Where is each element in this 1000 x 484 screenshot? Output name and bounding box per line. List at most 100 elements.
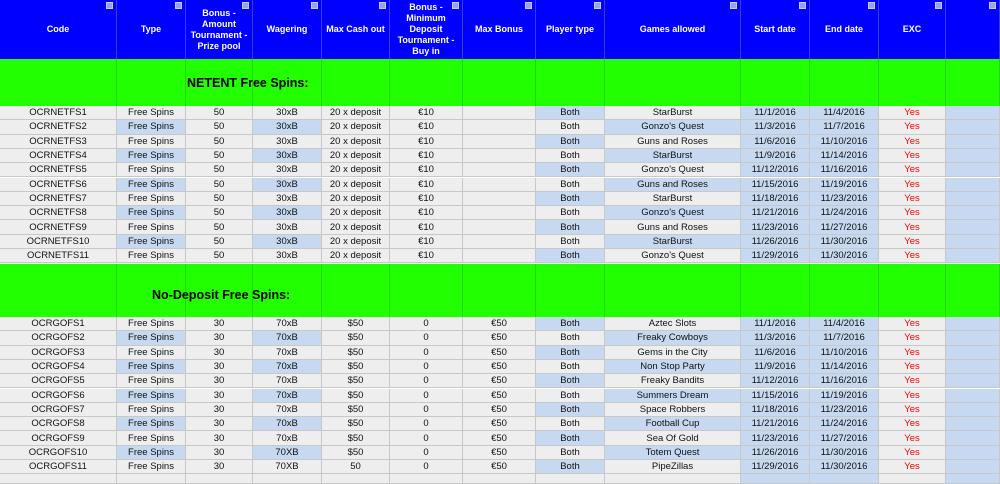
cell-extra[interactable] [946, 345, 1000, 360]
cell-min-deposit[interactable]: €10 [390, 148, 463, 164]
filter-dropdown-icon[interactable] [175, 2, 182, 9]
cell-end-date[interactable]: 11/16/2016 [810, 374, 879, 389]
cell-end-date[interactable]: 11/19/2016 [810, 177, 879, 192]
header-player-type[interactable]: Player type [536, 0, 605, 59]
cell-end-date[interactable]: 11/7/2016 [810, 120, 879, 135]
cell-exc[interactable]: Yes [879, 374, 946, 389]
cell-max-cashout[interactable]: $50 [322, 417, 390, 432]
cell-max-bonus[interactable]: €50 [463, 445, 536, 460]
section-band-cell[interactable] [810, 59, 879, 106]
cell-type[interactable]: Free Spins [117, 374, 186, 389]
section-band-cell[interactable] [463, 264, 536, 317]
cell-type[interactable]: Free Spins [117, 106, 186, 121]
cell-type[interactable]: Free Spins [117, 359, 186, 375]
cell-end-date[interactable]: 11/4/2016 [810, 106, 879, 121]
cell-wagering[interactable]: 70xB [253, 317, 322, 332]
cell-max-bonus[interactable] [463, 148, 536, 164]
cell-end-date[interactable]: 11/23/2016 [810, 402, 879, 418]
cell-wagering[interactable]: 30xB [253, 191, 322, 207]
section-band-cell[interactable] [536, 264, 605, 317]
cell-type[interactable]: Free Spins [117, 402, 186, 418]
header-start-date[interactable]: Start date [741, 0, 810, 59]
cell-start-date[interactable]: 11/6/2016 [741, 134, 810, 149]
section-band-cell[interactable] [741, 59, 810, 106]
filter-dropdown-icon[interactable] [594, 2, 601, 9]
cell-end-date[interactable]: 11/10/2016 [810, 134, 879, 149]
cell-player-type[interactable]: Both [536, 191, 605, 207]
cell-player-type[interactable]: Both [536, 345, 605, 360]
cell-bonus-amount[interactable]: 50 [186, 206, 253, 221]
cell-max-cashout[interactable]: 20 x deposit [322, 206, 390, 221]
cell-min-deposit[interactable]: 0 [390, 431, 463, 446]
cell-exc[interactable]: Yes [879, 460, 946, 475]
cell-end-date[interactable]: 11/30/2016 [810, 234, 879, 249]
cell-max-bonus[interactable]: €50 [463, 388, 536, 403]
cell-max-bonus[interactable] [463, 206, 536, 221]
cell-max-cashout[interactable]: $50 [322, 359, 390, 375]
cell-type[interactable]: Free Spins [117, 134, 186, 149]
cell-extra[interactable] [946, 431, 1000, 446]
cell-wagering[interactable]: 30xB [253, 134, 322, 149]
empty-cell[interactable] [0, 474, 117, 484]
cell-player-type[interactable]: Both [536, 331, 605, 346]
cell-end-date[interactable]: 11/24/2016 [810, 206, 879, 221]
section-band-cell[interactable] [0, 59, 117, 106]
filter-dropdown-icon[interactable] [868, 2, 875, 9]
section-band-cell[interactable] [117, 59, 186, 106]
cell-player-type[interactable]: Both [536, 220, 605, 235]
cell-bonus-amount[interactable]: 30 [186, 402, 253, 418]
cell-wagering[interactable]: 70xB [253, 345, 322, 360]
empty-cell[interactable] [741, 474, 810, 484]
cell-exc[interactable]: Yes [879, 317, 946, 332]
header-extra[interactable] [946, 0, 1000, 59]
cell-start-date[interactable]: 11/21/2016 [741, 206, 810, 221]
cell-exc[interactable]: Yes [879, 331, 946, 346]
cell-max-cashout[interactable]: 20 x deposit [322, 177, 390, 192]
cell-min-deposit[interactable]: 0 [390, 417, 463, 432]
cell-bonus-amount[interactable]: 30 [186, 431, 253, 446]
cell-max-bonus[interactable] [463, 191, 536, 207]
cell-wagering[interactable]: 70xB [253, 431, 322, 446]
cell-exc[interactable]: Yes [879, 402, 946, 418]
cell-exc[interactable]: Yes [879, 359, 946, 375]
cell-end-date[interactable]: 11/10/2016 [810, 345, 879, 360]
cell-games-allowed[interactable]: StarBurst [605, 234, 741, 249]
cell-type[interactable]: Free Spins [117, 445, 186, 460]
cell-start-date[interactable]: 11/3/2016 [741, 331, 810, 346]
cell-max-bonus[interactable]: €50 [463, 374, 536, 389]
cell-player-type[interactable]: Both [536, 374, 605, 389]
cell-wagering[interactable]: 30xB [253, 220, 322, 235]
cell-player-type[interactable]: Both [536, 417, 605, 432]
cell-code[interactable]: OCRNETFS7 [0, 191, 117, 207]
cell-code[interactable]: OCRGOFS10 [0, 445, 117, 460]
cell-end-date[interactable]: 11/30/2016 [810, 249, 879, 264]
empty-cell[interactable] [186, 474, 253, 484]
cell-games-allowed[interactable]: Summers Dream [605, 388, 741, 403]
cell-min-deposit[interactable]: 0 [390, 359, 463, 375]
filter-dropdown-icon[interactable] [935, 2, 942, 9]
cell-max-cashout[interactable]: $50 [322, 345, 390, 360]
cell-start-date[interactable]: 11/9/2016 [741, 148, 810, 164]
cell-max-bonus[interactable] [463, 249, 536, 264]
cell-type[interactable]: Free Spins [117, 191, 186, 207]
header-max-bonus[interactable]: Max Bonus [463, 0, 536, 59]
cell-code[interactable]: OCRGOFS2 [0, 331, 117, 346]
cell-max-cashout[interactable]: 20 x deposit [322, 191, 390, 207]
cell-type[interactable]: Free Spins [117, 220, 186, 235]
cell-max-cashout[interactable]: $50 [322, 445, 390, 460]
cell-start-date[interactable]: 11/26/2016 [741, 445, 810, 460]
cell-min-deposit[interactable]: 0 [390, 317, 463, 332]
header-games-allowed[interactable]: Games allowed [605, 0, 741, 59]
cell-games-allowed[interactable]: Freaky Bandits [605, 374, 741, 389]
cell-max-cashout[interactable]: $50 [322, 402, 390, 418]
section-band-cell[interactable] [536, 59, 605, 106]
cell-max-bonus[interactable] [463, 120, 536, 135]
cell-bonus-amount[interactable]: 30 [186, 331, 253, 346]
cell-extra[interactable] [946, 206, 1000, 221]
cell-end-date[interactable]: 11/24/2016 [810, 417, 879, 432]
cell-start-date[interactable]: 11/3/2016 [741, 120, 810, 135]
cell-player-type[interactable]: Both [536, 148, 605, 164]
section-band-cell[interactable] [390, 264, 463, 317]
cell-start-date[interactable]: 11/29/2016 [741, 460, 810, 475]
filter-dropdown-icon[interactable] [799, 2, 806, 9]
